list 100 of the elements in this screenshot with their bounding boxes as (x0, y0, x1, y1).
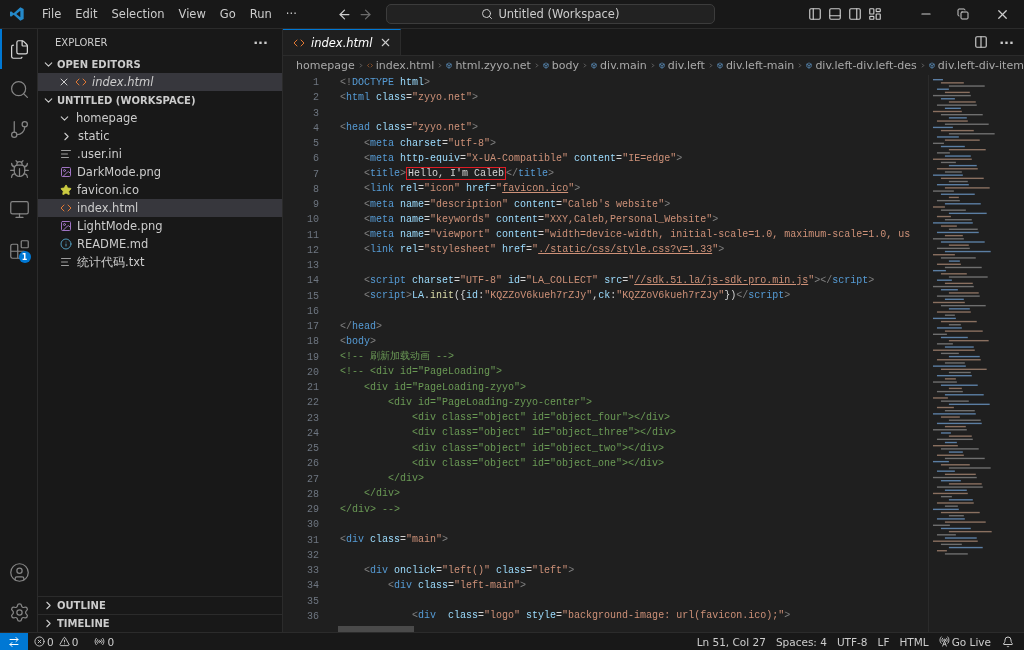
explorer-icon[interactable] (9, 38, 30, 60)
search-icon[interactable] (9, 78, 30, 100)
file-name[interactable]: static (78, 129, 110, 143)
file-name[interactable]: 统计代码.txt (77, 254, 145, 270)
open-editor-row[interactable]: index.html (38, 73, 282, 91)
file-name[interactable]: .user.ini (77, 147, 123, 161)
go-live-button[interactable]: Go Live (933, 635, 996, 648)
cube-icon (806, 60, 813, 71)
tree-row[interactable]: favicon.ico (38, 181, 282, 199)
code-line: <body> (340, 335, 377, 348)
breadcrumb-item[interactable]: body (551, 59, 580, 72)
line-number: 33 (306, 564, 319, 578)
problems-indicator[interactable]: 0 0 (28, 635, 84, 648)
monitor-icon[interactable] (9, 198, 30, 220)
status-item[interactable]: LF (872, 635, 895, 648)
image-icon (60, 220, 72, 232)
section-header[interactable]: OPEN EDITORS (57, 58, 141, 70)
command-center[interactable]: Untitled (Workspace) (385, 4, 715, 24)
remote-icon[interactable] (8, 635, 20, 648)
breadcrumb-item[interactable]: div.left-div.left-des (815, 59, 917, 72)
chevron-right-icon (919, 60, 926, 71)
code-line: <head class="zyyo.net"> (340, 122, 479, 135)
line-number: 29 (306, 503, 319, 517)
line-number: 30 (306, 518, 319, 533)
breadcrumb-item[interactable]: homepage (296, 59, 355, 72)
broadcast-icon (94, 636, 106, 647)
tree-row[interactable]: README.md (38, 235, 282, 253)
more-actions[interactable]: ··· (253, 34, 268, 50)
section-header[interactable]: TIMELINE (57, 618, 110, 629)
menu-item[interactable]: File (35, 5, 69, 23)
line-number: 12 (306, 243, 319, 258)
lines-icon (60, 148, 72, 160)
status-item[interactable]: HTML (894, 635, 934, 648)
scrollbar-thumb[interactable] (338, 626, 414, 632)
breadcrumb-item[interactable]: div.main (600, 59, 647, 72)
status-item[interactable]: UTF-8 (831, 635, 873, 648)
status-item[interactable]: Ln 51, Col 27 (691, 635, 771, 648)
line-number: 34 (306, 579, 319, 594)
section-header[interactable]: UNTITLED (WORKSPACE) (57, 94, 196, 106)
remote-button[interactable] (0, 633, 28, 650)
line-number: 25 (306, 442, 319, 456)
cube-icon (591, 60, 598, 71)
more-menu[interactable]: ··· (278, 5, 304, 23)
file-name[interactable]: README.md (77, 237, 149, 251)
cube-icon (658, 60, 665, 71)
ports-indicator[interactable]: 0 (89, 635, 120, 648)
file-name[interactable]: index.html (77, 201, 139, 215)
close-icon[interactable] (58, 76, 70, 88)
section-header[interactable]: OUTLINE (57, 600, 106, 611)
editor-tab[interactable]: index.html (283, 29, 401, 55)
file-name[interactable]: homepage (76, 111, 138, 125)
code-line: <div class="logo" style="background-image: url(favicon.ico);"> (411, 610, 791, 623)
tree-row[interactable]: homepage (38, 109, 282, 127)
radio-tower-icon (938, 636, 950, 647)
tree-row[interactable]: .user.ini (38, 145, 282, 163)
tree-row[interactable]: DarkMode.png (38, 163, 282, 181)
code-line: <div class="left-main"> (387, 579, 527, 592)
command-center-label: Untitled (Workspace) (498, 7, 620, 21)
blocks-icon[interactable] (9, 238, 30, 260)
breadcrumb-item[interactable]: div.left (667, 59, 705, 72)
file-name[interactable]: DarkMode.png (77, 165, 162, 179)
tree-row[interactable]: 统计代码.txt (38, 253, 282, 271)
code-icon (60, 202, 72, 214)
code-line: <meta name="description" content="Caleb's website"> (363, 198, 671, 211)
file-name[interactable]: index.html (92, 75, 154, 89)
menu-item[interactable]: Go (212, 5, 243, 23)
line-number: 6 (312, 152, 319, 167)
line-number: 26 (306, 457, 319, 472)
more-actions[interactable]: ··· (999, 34, 1014, 50)
line-number: 27 (306, 472, 319, 487)
code-line: <div onclick="left()" class="left"> (363, 564, 575, 577)
line-number: 18 (306, 335, 319, 350)
branch-icon[interactable] (9, 118, 30, 140)
line-number: 19 (306, 350, 319, 365)
count-badge: 1 (18, 251, 31, 263)
file-name[interactable]: favicon.ico (77, 183, 139, 197)
breadcrumb-item[interactable]: html.zyyo.net (455, 59, 531, 72)
breadcrumb-item[interactable]: div.left-main (725, 59, 795, 72)
line-number: 3 (312, 106, 319, 121)
code-line: <meta name="viewport" content="width=device-width, initial-scale=1.0, maximum-scale=1.0, us (363, 229, 911, 242)
menu-item[interactable]: View (171, 5, 213, 23)
lines-icon (60, 256, 72, 268)
menu-item[interactable]: Run (242, 5, 279, 23)
activity-button[interactable]: 1 (0, 229, 38, 269)
tree-row[interactable]: index.html (38, 199, 282, 217)
breadcrumb-item[interactable]: div.left-div-item (937, 59, 1024, 72)
image-icon (60, 166, 72, 178)
file-name[interactable]: LightMode.png (77, 219, 163, 233)
code-icon (75, 76, 87, 88)
menu-item[interactable]: Edit (68, 5, 105, 23)
status-item[interactable]: Spaces: 4 (770, 635, 832, 648)
line-number: 23 (306, 411, 319, 426)
tree-row[interactable]: LightMode.png (38, 217, 282, 235)
tab-label[interactable]: index.html (311, 35, 373, 50)
breadcrumb-item[interactable]: index.html (375, 59, 435, 72)
menu-item[interactable]: Selection (104, 5, 172, 23)
bug-icon[interactable] (9, 158, 30, 180)
tree-row[interactable]: static (38, 127, 282, 145)
chevron-right-icon (797, 60, 804, 71)
code-line: <div class="main"> (340, 534, 449, 547)
